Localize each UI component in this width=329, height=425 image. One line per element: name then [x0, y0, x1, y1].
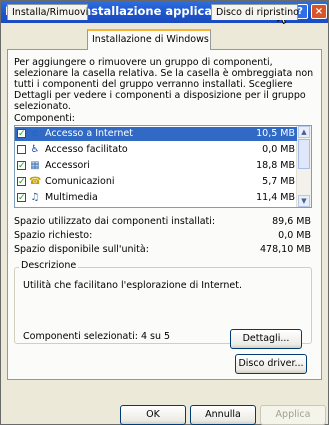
component-name: Accesso a Internet — [45, 128, 133, 139]
stat-required: Spazio richiesto: 0,0 MB — [14, 230, 314, 241]
tab-disco-ripristino[interactable]: Disco di ripristino — [211, 4, 299, 20]
description-text: Utilità che facilitano l'esplorazione di… — [23, 280, 242, 291]
component-size: 5,7 MB — [262, 176, 295, 187]
scroll-down-icon[interactable]: ▼ — [298, 195, 310, 207]
scroll-up-icon[interactable]: ▲ — [298, 126, 310, 138]
driver-disk-button[interactable]: Disco driver... — [235, 354, 307, 374]
ok-button[interactable]: OK — [120, 405, 186, 425]
checkbox-checked[interactable]: ✓ — [17, 177, 26, 187]
communications-icon: ☎ — [29, 176, 42, 187]
component-row[interactable]: ✓ ♫ Multimedia 11,4 MB — [15, 191, 297, 205]
checkbox-checked[interactable]: ✓ — [17, 193, 26, 203]
checkbox-checked[interactable]: ✓ — [17, 129, 26, 139]
properties-dialog: Proprietà - Installazione applicazioni ?… — [0, 0, 329, 425]
close-button[interactable]: × — [311, 4, 327, 19]
stat-value: 478,10 MB — [260, 244, 311, 255]
accessibility-icon: ♿ — [30, 144, 40, 155]
stat-value: 89,6 MB — [272, 216, 311, 227]
stat-available: Spazio disponibile sull'unità: 478,10 MB — [14, 244, 314, 255]
stat-label: Spazio utilizzato dai componenti install… — [14, 216, 216, 227]
tab-installazione-windows[interactable]: Installazione di Windows — [87, 29, 211, 50]
component-row[interactable]: ✓ ☎ Comunicazioni 5,7 MB — [15, 175, 297, 189]
apply-button[interactable]: Applica — [260, 405, 326, 425]
internet-explorer-icon: e — [31, 128, 39, 139]
component-size: 10,5 MB — [256, 128, 295, 139]
stat-used: Spazio utilizzato dai componenti install… — [14, 216, 314, 227]
stat-label: Spazio disponibile sull'unità: — [14, 244, 149, 255]
selected-count: Componenti selezionati: 4 su 5 — [23, 331, 171, 342]
component-size: 11,4 MB — [256, 192, 295, 203]
tab-installa-rimuovi[interactable]: Installa/Rimuovi — [7, 4, 88, 20]
stat-value: 0,0 MB — [278, 230, 311, 241]
checkbox-checked[interactable]: ✓ — [17, 161, 26, 171]
component-row[interactable]: ✓ ▦ Accessori 18,8 MB — [15, 159, 297, 173]
components-list[interactable]: ▲ ▼ ✓ e Accesso a Internet 10,5 MB ♿ Accesso … — [14, 125, 312, 208]
component-row[interactable]: ✓ e Accesso a Internet 10,5 MB — [15, 127, 297, 141]
component-size: 0,0 MB — [262, 144, 295, 155]
components-label: Componenti: — [14, 113, 75, 124]
scroll-thumb[interactable] — [298, 139, 310, 169]
component-name: Accesso facilitato — [45, 144, 128, 155]
checkbox-unchecked[interactable] — [17, 145, 26, 154]
instructions-text: Per aggiungere o rimuovere un gruppo di … — [14, 57, 314, 112]
multimedia-icon: ♫ — [30, 192, 40, 203]
component-row[interactable]: ♿ Accesso facilitato 0,0 MB — [15, 143, 297, 157]
component-name: Multimedia — [45, 192, 98, 203]
list-scrollbar[interactable]: ▲ ▼ — [296, 126, 311, 207]
stat-label: Spazio richiesto: — [14, 230, 93, 241]
details-button[interactable]: Dettagli... — [230, 329, 302, 349]
component-size: 18,8 MB — [256, 160, 295, 171]
component-name: Accessori — [45, 160, 90, 171]
cancel-button[interactable]: Annulla — [190, 405, 256, 425]
accessories-icon: ▦ — [30, 160, 40, 171]
description-legend: Descrizione — [19, 260, 79, 271]
component-name: Comunicazioni — [45, 176, 115, 187]
